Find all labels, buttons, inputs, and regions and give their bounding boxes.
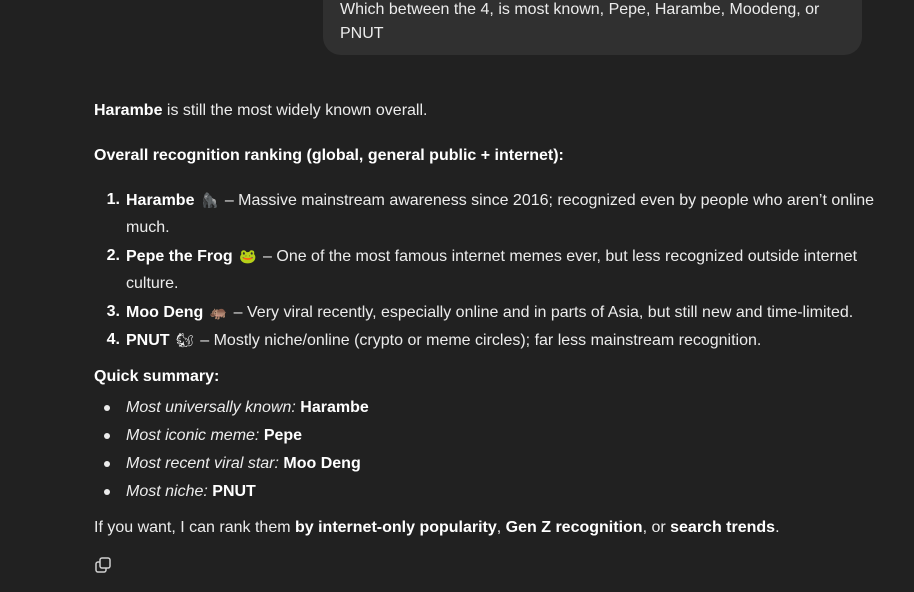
summary-value: Harambe	[300, 399, 369, 416]
closing-option: Gen Z recognition	[505, 519, 643, 536]
intro-paragraph: Harambe is still the most widely known o…	[94, 99, 427, 123]
ranking-item-line: Pepe the Frog 🐸 – One of the most famous…	[126, 244, 857, 269]
summary-label: Most iconic meme:	[126, 427, 260, 444]
user-message-bubble: Which between the 4, is most known, Pepe…	[323, 0, 862, 55]
copy-button[interactable]	[94, 556, 112, 574]
intro-text: is still the most widely known overall.	[162, 102, 428, 119]
ranking-name: PNUT	[126, 332, 170, 349]
ranking-name: Pepe the Frog	[126, 248, 233, 265]
intro-bold: Harambe	[94, 102, 163, 119]
ranking-description-cont: much.	[126, 219, 170, 236]
closing-paragraph: If you want, I can rank them by internet…	[94, 519, 780, 536]
ranking-name: Moo Deng	[126, 304, 204, 321]
ranking-description: – Very viral recently, especially online…	[229, 304, 854, 321]
summary-value: Moo Deng	[283, 455, 361, 472]
ranking-number: 2.	[106, 247, 120, 264]
bullet-icon	[104, 405, 110, 411]
ranking-description: – Mostly niche/online (crypto or meme ci…	[195, 332, 762, 349]
bullet-icon	[104, 433, 110, 439]
user-message-line-1: Which between the 4, is most known, Pepe…	[340, 1, 820, 18]
summary-label: Most niche:	[126, 483, 208, 500]
ranking-heading: Overall recognition ranking (global, gen…	[94, 147, 564, 164]
ranking-number: 3.	[106, 303, 120, 320]
hippo-icon: 🦛	[209, 304, 228, 320]
ranking-item-line: Moo Deng 🦛 – Very viral recently, especi…	[126, 300, 853, 325]
summary-value: PNUT	[212, 483, 256, 500]
summary-label: Most recent viral star:	[126, 455, 279, 472]
ranking-description: – Massive mainstream awareness since 201…	[220, 192, 875, 209]
gorilla-icon: 🦍	[200, 192, 219, 208]
summary-heading: Quick summary:	[94, 368, 220, 385]
ranking-number: 4.	[106, 331, 120, 348]
user-message-line-2: PNUT	[340, 25, 384, 42]
bullet-icon	[104, 489, 110, 495]
ranking-description-cont: culture.	[126, 275, 179, 292]
frog-icon: 🐸	[239, 248, 257, 264]
summary-value: Pepe	[263, 427, 303, 444]
summary-label: Most universally known:	[126, 399, 296, 416]
closing-option: search trends	[670, 519, 776, 536]
bullet-icon	[104, 461, 110, 467]
ranking-item-line: Harambe 🦍 – Massive mainstream awareness…	[126, 188, 874, 213]
ranking-name: Harambe	[126, 192, 195, 209]
ranking-description: – One of the most famous internet memes …	[258, 248, 858, 265]
closing-option: by internet-only popularity	[294, 519, 497, 536]
ranking-item-line: PNUT 🐿 – Mostly niche/online (crypto or …	[126, 328, 761, 353]
squirrel-icon: 🐿	[176, 332, 194, 348]
ranking-number: 1.	[106, 191, 120, 208]
copy-icon	[95, 557, 111, 573]
